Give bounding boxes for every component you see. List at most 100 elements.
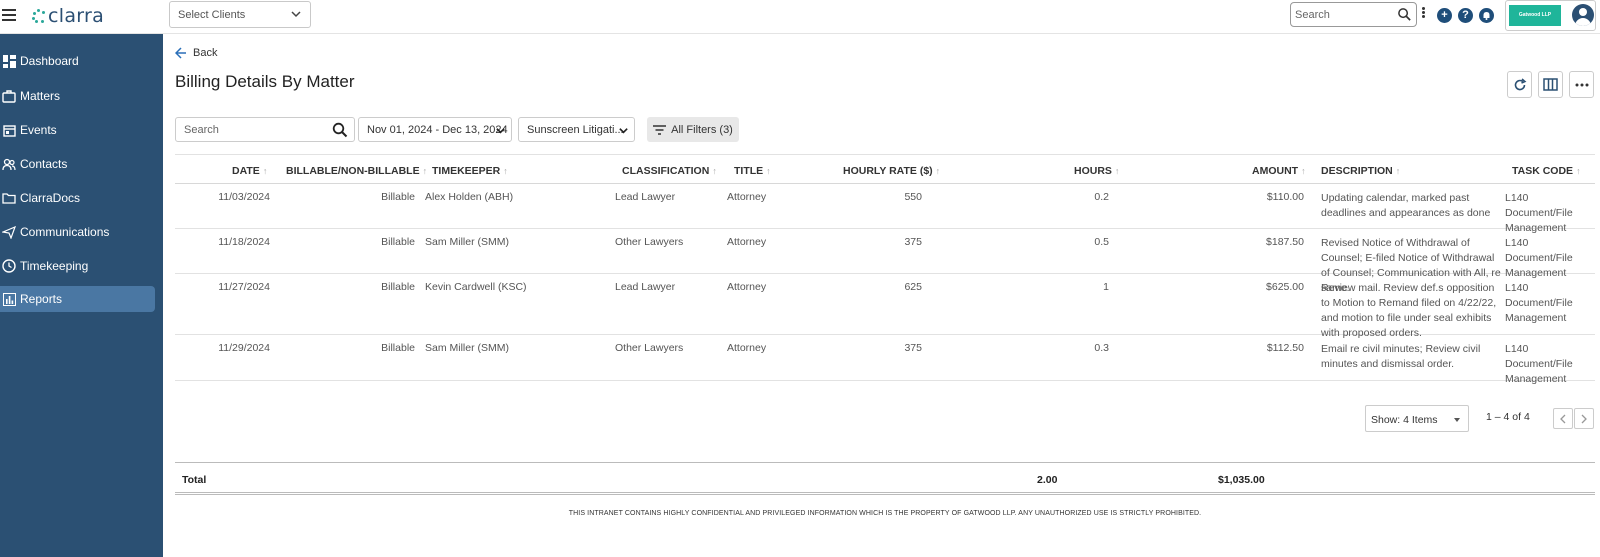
columns-button[interactable] <box>1538 71 1563 98</box>
cell-classification: Other Lawyers <box>615 236 684 248</box>
column-header-label: HOURLY RATE ($) <box>843 165 933 177</box>
add-icon[interactable]: + <box>1437 8 1452 23</box>
cell-title: Attorney <box>727 281 767 293</box>
cell-task-code: L140 Document/File Management <box>1505 282 1573 324</box>
cell-timekeeper: Kevin Cardwell (KSC) <box>425 281 527 293</box>
firm-logo: Gatwood LLP <box>1509 5 1561 26</box>
matter-select[interactable]: Sunscreen Litigati... <box>518 117 635 142</box>
sidebar-item-label: Contacts <box>20 157 68 171</box>
next-page-button[interactable] <box>1574 408 1594 429</box>
table-search-input[interactable]: Search <box>175 117 355 142</box>
refresh-icon <box>1514 77 1526 90</box>
sidebar-item-label: Communications <box>20 225 110 239</box>
cell-description: Review mail. Review def.s opposition to … <box>1321 282 1497 339</box>
totals-hours: 2.00 <box>1037 474 1058 486</box>
cell-hours: 0.2 <box>1094 191 1109 203</box>
search-icon[interactable] <box>1397 7 1412 22</box>
sidebar-item-dashboard[interactable]: Dashboard <box>0 48 155 74</box>
column-header-hourly-rate[interactable]: HOURLY RATE ($) ↑ <box>843 165 940 177</box>
page-size-select[interactable]: Show: 4 Items <box>1365 405 1469 432</box>
sidebar-item-label: Dashboard <box>20 54 79 68</box>
column-header-classification[interactable]: CLASSIFICATION ↑ <box>622 165 717 177</box>
search-icon[interactable] <box>332 122 348 138</box>
help-icon[interactable]: ? <box>1458 8 1473 23</box>
page-size-label: Show: 4 Items <box>1371 414 1438 426</box>
date-range-value: Nov 01, 2024 - Dec 13, 2024 <box>367 124 508 136</box>
column-header-label: TIMEKEEPER <box>432 165 501 177</box>
sort-arrow-icon: ↑ <box>1301 166 1306 176</box>
column-header-task-code[interactable]: TASK CODE ↑ <box>1512 165 1581 177</box>
cell-timekeeper: Sam Miller (SMM) <box>425 236 509 248</box>
column-header-timekeeper[interactable]: TIMEKEEPER ↑ <box>432 165 508 177</box>
refresh-button[interactable] <box>1507 71 1532 98</box>
column-header-date[interactable]: DATE ↑ <box>232 165 267 177</box>
all-filters-label: All Filters (3) <box>671 123 733 136</box>
caret-down-icon <box>1454 418 1460 422</box>
sidebar-item-contacts[interactable]: Contacts <box>0 151 155 177</box>
back-label: Back <box>193 47 218 59</box>
cell-task-code: L140 Document/File Management <box>1505 343 1573 385</box>
column-header-label: AMOUNT <box>1252 165 1299 177</box>
sidebar-item-timekeeping[interactable]: Timekeeping <box>0 253 155 279</box>
page-title: Billing Details By Matter <box>175 72 355 91</box>
cell-billable: Billable <box>381 191 415 203</box>
column-header-label: DATE <box>232 165 260 177</box>
notification-bell-icon[interactable] <box>1479 8 1494 23</box>
back-link[interactable]: Back <box>175 47 217 59</box>
menu-icon[interactable] <box>2 9 16 21</box>
sidebar-item-label: Matters <box>20 89 61 103</box>
column-header-hours[interactable]: HOURS ↑ <box>1074 165 1119 177</box>
table-row[interactable]: 11/27/2024 Billable Kevin Cardwell (KSC)… <box>175 274 1595 339</box>
cell-billable: Billable <box>381 342 415 354</box>
table-row[interactable]: 11/29/2024 Billable Sam Miller (SMM) Oth… <box>175 335 1595 385</box>
global-search-input[interactable]: Search <box>1290 2 1417 27</box>
matter-value: Sunscreen Litigati... <box>527 124 624 136</box>
clarra-logo[interactable]: clarra <box>32 5 104 27</box>
sidebar-item-matters[interactable]: Matters <box>0 83 155 109</box>
cell-hourly-rate: 625 <box>904 281 922 293</box>
chevron-down-icon <box>619 128 628 134</box>
sidebar-item-reports[interactable]: Reports <box>0 286 155 312</box>
bar-chart-icon <box>2 292 16 306</box>
column-header-label: CLASSIFICATION <box>622 165 710 177</box>
date-range-select[interactable]: Nov 01, 2024 - Dec 13, 2024 <box>358 117 512 142</box>
table-row[interactable]: 11/03/2024 Billable Alex Holden (ABH) Le… <box>175 184 1595 234</box>
user-avatar-icon[interactable] <box>1572 4 1594 26</box>
select-clients-dropdown[interactable]: Select Clients <box>169 1 311 28</box>
sort-arrow-icon: ↑ <box>503 166 508 176</box>
sidebar-item-events[interactable]: Events <box>0 117 155 143</box>
column-header-description[interactable]: DESCRIPTION ↑ <box>1321 165 1400 177</box>
logo-mark <box>32 9 46 23</box>
sidebar-item-label: Timekeeping <box>20 259 89 273</box>
table-row[interactable]: 11/18/2024 Billable Sam Miller (SMM) Oth… <box>175 229 1595 294</box>
totals-row: Total 2.00 $1,035.00 <box>175 462 1595 495</box>
sort-arrow-icon: ↑ <box>1114 166 1120 176</box>
sidebar-item-communications[interactable]: Communications <box>0 219 155 245</box>
cell-classification: Lead Lawyer <box>615 191 676 203</box>
cell-amount: $625.00 <box>1266 281 1304 293</box>
column-header-billable[interactable]: BILLABLE/NON-BILLABLE ↑ <box>286 165 427 177</box>
more-actions-button[interactable] <box>1569 71 1594 98</box>
column-header-amount[interactable]: AMOUNT ↑ <box>1252 165 1306 177</box>
totals-amount: $1,035.00 <box>1218 474 1265 486</box>
sidebar-item-clarradocs[interactable]: ClarraDocs <box>0 185 155 211</box>
cell-amount: $112.50 <box>1266 342 1304 354</box>
select-clients-placeholder: Select Clients <box>178 9 246 21</box>
cell-date: 11/03/2024 <box>218 191 270 203</box>
column-header-title[interactable]: TITLE ↑ <box>734 165 771 177</box>
previous-page-button[interactable] <box>1553 408 1573 429</box>
cell-description: Email re civil minutes; Review civil min… <box>1321 343 1481 370</box>
cell-description: Updating calendar, marked past deadlines… <box>1321 192 1491 219</box>
sort-arrow-icon: ↑ <box>262 166 268 176</box>
more-horizontal-icon <box>1575 83 1588 86</box>
more-options-icon[interactable] <box>1422 7 1426 21</box>
firm-account-switcher[interactable]: Gatwood LLP <box>1505 0 1596 31</box>
send-icon <box>2 225 16 239</box>
cell-hours: 1 <box>1103 281 1109 293</box>
cell-hours: 0.3 <box>1094 342 1109 354</box>
chevron-right-icon <box>1581 414 1587 423</box>
all-filters-button[interactable]: All Filters (3) <box>647 117 739 142</box>
cell-title: Attorney <box>727 342 767 354</box>
column-header-label: BILLABLE/NON-BILLABLE <box>286 165 420 177</box>
top-bar: clarra Select Clients Search + ? Gatwood… <box>0 0 1600 34</box>
